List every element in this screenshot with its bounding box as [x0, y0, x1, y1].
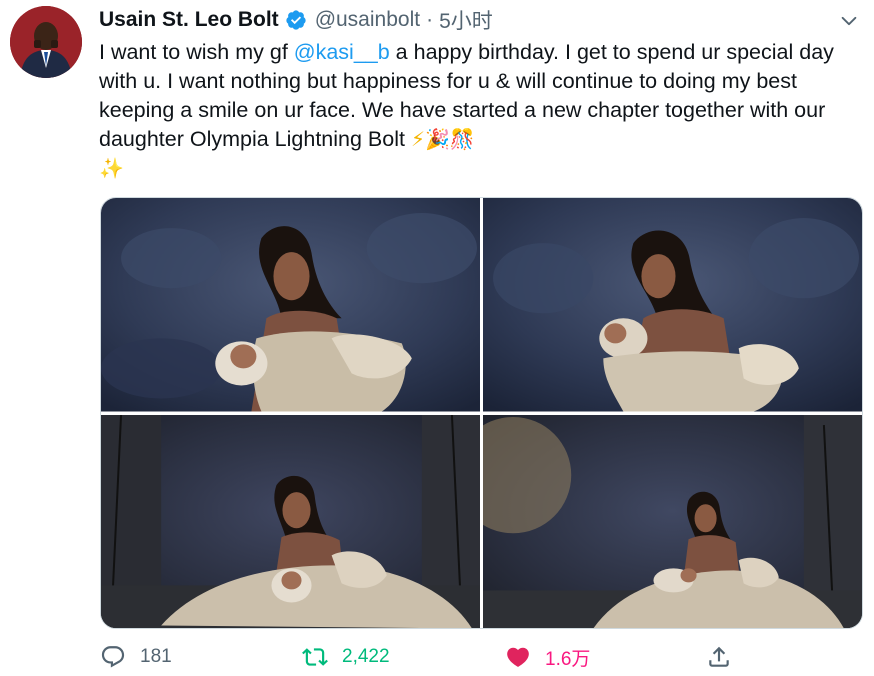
- retweet-icon: [302, 648, 328, 666]
- handle[interactable]: @usainbolt: [315, 8, 420, 32]
- verified-badge-icon: [286, 10, 306, 30]
- like-button[interactable]: 1.6万: [505, 640, 590, 674]
- confetti-ball-icon: 🎊: [449, 127, 475, 151]
- avatar[interactable]: [10, 6, 82, 78]
- mother-baby-photo-icon: [483, 414, 862, 628]
- photo-4[interactable]: [483, 414, 862, 628]
- photo-1[interactable]: [101, 198, 480, 412]
- high-voltage-icon: ⚡: [410, 127, 425, 151]
- dizzy-star-icon: ✨: [99, 156, 124, 180]
- photo-3[interactable]: [101, 414, 480, 628]
- photo-2[interactable]: [483, 198, 862, 412]
- chevron-down-icon[interactable]: [838, 10, 860, 32]
- avatar-image: [10, 6, 82, 78]
- reply-count: 181: [140, 646, 172, 667]
- share-button[interactable]: [706, 640, 732, 674]
- share-icon: [709, 646, 729, 667]
- heart-icon: [507, 647, 529, 667]
- mention-link[interactable]: @kasi__b: [294, 40, 390, 64]
- mother-baby-photo-icon: [101, 198, 480, 412]
- display-name[interactable]: Usain St. Leo Bolt: [99, 8, 279, 32]
- reply-button[interactable]: 181: [100, 640, 172, 674]
- action-bar: 181 2,422 1.6万: [100, 640, 860, 674]
- reply-icon: [101, 646, 125, 668]
- retweet-count: 2,422: [342, 646, 390, 667]
- tweet-text: I want to wish my gf @kasi__b a happy bi…: [99, 38, 854, 183]
- like-count: 1.6万: [545, 648, 591, 670]
- separator: ·: [426, 8, 434, 31]
- retweet-button[interactable]: 2,422: [302, 640, 390, 674]
- tweet-text-start: I want to wish my gf: [99, 40, 294, 64]
- timestamp[interactable]: 5小时: [439, 5, 493, 35]
- tweet-header: Usain St. Leo Bolt @usainbolt · 5小时: [99, 6, 493, 34]
- mother-baby-photo-icon: [101, 414, 480, 628]
- party-popper-icon: 🎉: [425, 127, 450, 151]
- media-grid: [100, 197, 863, 629]
- mother-baby-photo-icon: [483, 198, 862, 412]
